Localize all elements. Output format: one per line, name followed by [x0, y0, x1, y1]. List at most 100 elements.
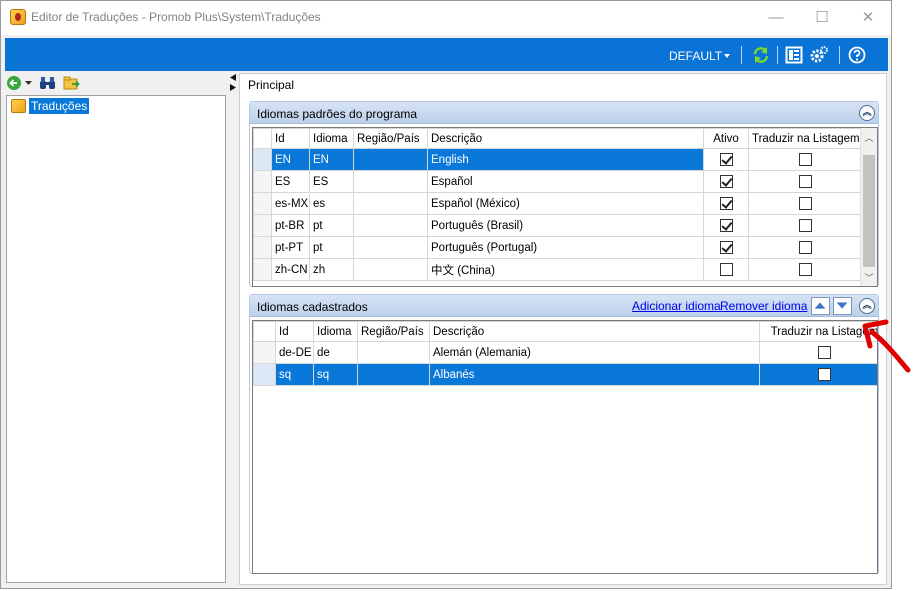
tab-principal[interactable]: Principal: [248, 78, 294, 92]
checkbox-unchecked[interactable]: [818, 346, 831, 359]
cell-idioma[interactable]: de: [313, 341, 358, 364]
column-header-regiao[interactable]: Região/País: [353, 128, 428, 149]
cell-id[interactable]: sq: [275, 363, 314, 386]
checkbox-unchecked[interactable]: [799, 175, 812, 188]
cell-traduzir[interactable]: [748, 192, 863, 215]
settings-gear-icon[interactable]: [810, 46, 828, 64]
close-button[interactable]: ✕: [845, 1, 891, 33]
cell-ativo[interactable]: [703, 192, 749, 215]
cell-regiao[interactable]: [357, 341, 430, 364]
table-row[interactable]: de-DE de Alemán (Alemania): [253, 341, 877, 364]
table-row[interactable]: pt-PT pt Português (Portugal): [253, 236, 863, 259]
cell-id[interactable]: EN: [271, 148, 310, 171]
cell-descricao[interactable]: English: [427, 148, 704, 171]
cell-traduzir[interactable]: [748, 148, 863, 171]
checkbox-unchecked[interactable]: [818, 368, 831, 381]
checkbox-unchecked[interactable]: [799, 197, 812, 210]
table-row[interactable]: sq sq Albanés: [253, 363, 877, 386]
checkbox-checked[interactable]: [719, 197, 733, 210]
table-row[interactable]: es-MX es Español (México): [253, 192, 863, 215]
vertical-scrollbar[interactable]: ︿ ﹀: [860, 128, 877, 286]
column-header-id[interactable]: Id: [271, 128, 310, 149]
checkbox-unchecked[interactable]: [799, 241, 812, 254]
move-up-button[interactable]: [811, 297, 830, 315]
column-header-ativo[interactable]: Ativo: [703, 128, 749, 149]
cell-id[interactable]: es-MX: [271, 192, 310, 215]
cell-traduzir[interactable]: [748, 214, 863, 237]
cell-descricao[interactable]: 中文 (China): [427, 258, 704, 281]
cell-descricao[interactable]: Português (Brasil): [427, 214, 704, 237]
layout-panel-icon[interactable]: [785, 46, 803, 64]
cell-id[interactable]: ES: [271, 170, 310, 193]
checkbox-unchecked[interactable]: [799, 263, 812, 276]
binoculars-search-icon[interactable]: [39, 75, 56, 91]
cell-traduzir[interactable]: [748, 258, 863, 281]
cell-idioma[interactable]: sq: [313, 363, 358, 386]
maximize-button[interactable]: ☐: [799, 1, 845, 33]
checkbox-checked[interactable]: [719, 241, 733, 254]
cell-idioma[interactable]: pt: [309, 214, 354, 237]
scroll-thumb[interactable]: [863, 155, 875, 267]
add-language-link[interactable]: Adicionar idioma: [632, 299, 721, 313]
column-header-traduzir[interactable]: Traduzir na Listagem: [748, 128, 863, 149]
folder-go-icon[interactable]: [63, 75, 80, 91]
cell-ativo[interactable]: [703, 258, 749, 281]
back-arrow-icon[interactable]: [6, 75, 22, 91]
cell-descricao[interactable]: Português (Portugal): [427, 236, 704, 259]
checkbox-unchecked[interactable]: [799, 219, 812, 232]
help-icon[interactable]: [848, 46, 866, 64]
collapse-chevron-up-icon[interactable]: ︽: [859, 105, 875, 121]
table-row[interactable]: ES ES Español: [253, 170, 863, 193]
cell-idioma[interactable]: zh: [309, 258, 354, 281]
minimize-button[interactable]: —: [753, 1, 799, 33]
column-header-idioma[interactable]: Idioma: [309, 128, 354, 149]
remove-language-link[interactable]: Remover idioma: [720, 299, 807, 313]
panel-collapse-arrows-icon[interactable]: [228, 73, 238, 93]
cell-traduzir[interactable]: [748, 170, 863, 193]
cell-ativo[interactable]: [703, 214, 749, 237]
refresh-icon[interactable]: [752, 46, 770, 64]
table-row[interactable]: pt-BR pt Português (Brasil): [253, 214, 863, 237]
cell-id[interactable]: pt-PT: [271, 236, 310, 259]
cell-ativo[interactable]: [703, 148, 749, 171]
cell-regiao[interactable]: [353, 214, 428, 237]
cell-traduzir[interactable]: [748, 236, 863, 259]
cell-regiao[interactable]: [353, 170, 428, 193]
checkbox-checked[interactable]: [719, 175, 733, 188]
cell-ativo[interactable]: [703, 170, 749, 193]
cell-idioma[interactable]: es: [309, 192, 354, 215]
column-header-regiao[interactable]: Região/País: [357, 321, 430, 342]
cell-idioma[interactable]: EN: [309, 148, 354, 171]
cell-id[interactable]: zh-CN: [271, 258, 310, 281]
move-down-button[interactable]: [833, 297, 852, 315]
profile-dropdown[interactable]: DEFAULT: [669, 49, 722, 63]
column-header-id[interactable]: Id: [275, 321, 314, 342]
column-header-idioma[interactable]: Idioma: [313, 321, 358, 342]
cell-regiao[interactable]: [357, 363, 430, 386]
cell-descricao[interactable]: Español: [427, 170, 704, 193]
cell-id[interactable]: pt-BR: [271, 214, 310, 237]
table-row[interactable]: EN EN English: [253, 148, 863, 171]
cell-descricao[interactable]: Español (México): [427, 192, 704, 215]
cell-ativo[interactable]: [703, 236, 749, 259]
cell-regiao[interactable]: [353, 258, 428, 281]
cell-idioma[interactable]: ES: [309, 170, 354, 193]
cell-descricao[interactable]: Albanés: [429, 363, 760, 386]
scroll-down-icon[interactable]: ﹀: [861, 270, 877, 286]
checkbox-unchecked[interactable]: [719, 263, 733, 276]
checkbox-checked[interactable]: [719, 153, 733, 166]
checkbox-unchecked[interactable]: [799, 153, 812, 166]
cell-idioma[interactable]: pt: [309, 236, 354, 259]
cell-id[interactable]: de-DE: [275, 341, 314, 364]
cell-regiao[interactable]: [353, 236, 428, 259]
table-row[interactable]: zh-CN zh 中文 (China): [253, 258, 863, 281]
cell-regiao[interactable]: [353, 192, 428, 215]
column-header-descricao[interactable]: Descrição: [427, 128, 704, 149]
cell-descricao[interactable]: Alemán (Alemania): [429, 341, 760, 364]
column-header-descricao[interactable]: Descrição: [429, 321, 760, 342]
scroll-up-icon[interactable]: ︿: [861, 130, 877, 146]
cell-regiao[interactable]: [353, 148, 428, 171]
checkbox-checked[interactable]: [719, 219, 733, 232]
tree-item-traducoes[interactable]: Traduções: [11, 98, 90, 114]
chevron-down-icon[interactable]: [25, 81, 32, 86]
